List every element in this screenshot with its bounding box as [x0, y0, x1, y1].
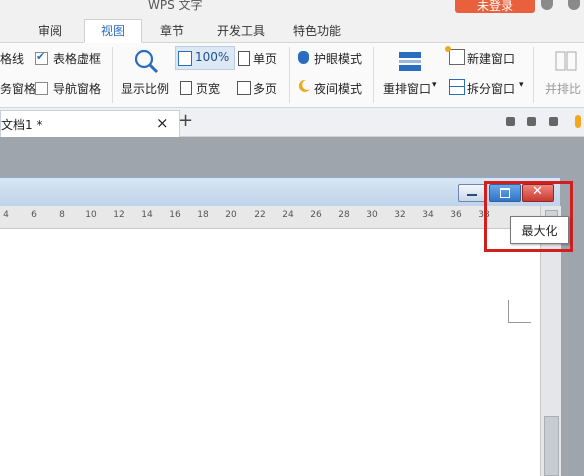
- close-tab-icon[interactable]: ×: [156, 114, 169, 132]
- zoom-label[interactable]: 显示比例: [121, 80, 169, 97]
- ruler-tick: 32: [394, 210, 406, 220]
- tab-sections[interactable]: 章节: [150, 20, 194, 42]
- maximize-tooltip: 最大化: [510, 216, 569, 244]
- night-mode-moon-icon: [297, 79, 311, 93]
- arrange-dropdown-chevron-icon[interactable]: ▾: [432, 80, 437, 90]
- page-width-icon: [180, 81, 192, 95]
- scrollbar-thumb[interactable]: [544, 416, 559, 476]
- arrange-windows-button[interactable]: 重排窗口: [383, 80, 431, 97]
- app-title-bar: WPS 文字 未登录: [0, 0, 584, 20]
- split-dropdown-chevron-icon[interactable]: ▾: [519, 80, 524, 90]
- ruler-tick: 8: [59, 210, 65, 220]
- table-gridlines-checkbox[interactable]: [35, 50, 48, 65]
- ruler-tick: 28: [338, 210, 350, 220]
- login-label: 未登录: [476, 0, 513, 13]
- tab-view[interactable]: 视图: [84, 19, 142, 43]
- ruler-tick: 24: [282, 210, 294, 220]
- horizontal-ruler[interactable]: 4 6 8 10 12 14 16 18 20 22 24 26 28 30 3…: [0, 206, 540, 229]
- ribbon-separator: [112, 47, 113, 103]
- night-mode-button[interactable]: 夜间模式: [314, 80, 362, 97]
- nav-pane-label: 导航窗格: [53, 82, 102, 96]
- gridlines-option[interactable]: 格线: [0, 50, 24, 67]
- ruler-tick: 26: [310, 210, 322, 220]
- tab-review[interactable]: 审阅: [28, 20, 72, 42]
- ruler-tick: 20: [225, 210, 237, 220]
- document-tab[interactable]: 文档1 * ×: [0, 110, 180, 137]
- table-gridlines-label: 表格虚框: [53, 52, 102, 66]
- document-page[interactable]: [0, 229, 540, 476]
- side-by-side-button[interactable]: 并排比: [545, 80, 581, 97]
- tab-developer[interactable]: 开发工具: [208, 20, 274, 42]
- split-window-button[interactable]: 拆分窗口: [467, 80, 515, 97]
- app-title: WPS 文字: [148, 0, 203, 12]
- new-window-star-icon: [445, 46, 451, 52]
- ruler-tick: 12: [113, 210, 125, 220]
- ruler-tick: 14: [141, 210, 153, 220]
- ruler-tick: 22: [254, 210, 266, 220]
- help-icon[interactable]: [568, 0, 580, 10]
- tooltip-text: 最大化: [521, 224, 558, 238]
- ruler-tick: 30: [366, 210, 378, 220]
- eye-mode-button[interactable]: 护眼模式: [314, 50, 362, 67]
- multi-page-icon: [237, 81, 251, 95]
- multi-page-button[interactable]: 多页: [253, 80, 277, 97]
- split-line-icon: [449, 86, 465, 87]
- single-page-icon: [238, 51, 250, 66]
- ruler-tick: 34: [422, 210, 434, 220]
- minimize-icon: [467, 194, 477, 196]
- document-tab-name: 文档1 *: [1, 118, 43, 132]
- menu-tab-bar: 审阅 视图 章节 开发工具 特色功能: [0, 19, 584, 43]
- zoom-magnifier-icon[interactable]: [132, 47, 160, 75]
- task-pane-option[interactable]: 务窗格: [0, 80, 36, 97]
- side-by-side-icon[interactable]: [555, 51, 577, 71]
- single-page-button[interactable]: 单页: [253, 50, 277, 67]
- document-tab-bar: 文档1 * × +: [0, 108, 584, 137]
- ribbon-separator: [373, 47, 374, 103]
- skin-icon[interactable]: [541, 0, 553, 10]
- login-button[interactable]: 未登录: [455, 0, 535, 13]
- tab-tool-icon-1[interactable]: [506, 117, 515, 126]
- split-window-icon: [449, 79, 465, 95]
- new-window-icon: [449, 49, 465, 65]
- tab-tool-icon-2[interactable]: [527, 117, 536, 126]
- view-ribbon: 格线 表格虚框 务窗格 导航窗格 显示比例 100% 单页 页宽 多页 护眼模式…: [0, 43, 584, 108]
- new-window-button[interactable]: 新建窗口: [467, 50, 515, 67]
- ribbon-separator: [289, 47, 290, 103]
- margin-corner-mark: [508, 300, 531, 323]
- zoom-100-icon: [178, 51, 192, 66]
- minimize-button[interactable]: [458, 184, 486, 202]
- page-width-button[interactable]: 页宽: [196, 80, 220, 97]
- ruler-tick: 10: [85, 210, 97, 220]
- ruler-tick: 16: [169, 210, 181, 220]
- nav-pane-checkbox[interactable]: [35, 82, 48, 95]
- tab-tool-icon-4[interactable]: [575, 115, 581, 128]
- arrange-windows-icon[interactable]: [398, 51, 422, 73]
- tab-tool-icon-3[interactable]: [549, 117, 558, 126]
- zoom-100-label: 100%: [195, 50, 230, 64]
- ruler-tick: 6: [31, 210, 37, 220]
- ribbon-separator: [533, 47, 534, 103]
- ruler-tick: 4: [3, 210, 9, 220]
- eye-protection-icon: [298, 51, 309, 64]
- tab-features[interactable]: 特色功能: [284, 20, 350, 42]
- ruler-tick: 18: [197, 210, 209, 220]
- add-tab-icon[interactable]: +: [178, 110, 193, 131]
- ruler-tick: 36: [450, 210, 462, 220]
